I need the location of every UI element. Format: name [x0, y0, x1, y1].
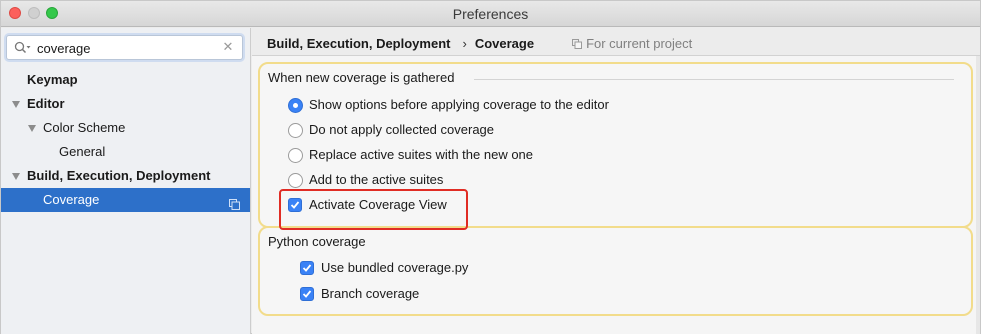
sidebar-item-keymap[interactable]: Keymap: [1, 68, 250, 92]
option-label: Add to the active suites: [309, 172, 444, 187]
content-edge: [976, 56, 980, 334]
preferences-window: Preferences ✕ Keymap Editor: [0, 0, 981, 334]
sidebar-item-label: Build, Execution, Deployment: [27, 168, 211, 183]
checkbox[interactable]: [300, 261, 314, 275]
breadcrumb-separator: ›: [462, 36, 467, 51]
title-bar[interactable]: Preferences: [1, 1, 980, 27]
sidebar-item-label: Coverage: [43, 192, 100, 207]
radio-button[interactable]: [288, 148, 303, 163]
search-icon[interactable]: [14, 41, 32, 55]
sidebar-item-general[interactable]: General: [1, 140, 250, 164]
sidebar-item-label: Color Scheme: [43, 120, 126, 135]
sidebar-item-coverage[interactable]: Coverage: [1, 188, 250, 212]
sidebar-item-label: General: [59, 144, 106, 159]
settings-sidebar: ✕ Keymap Editor Color Scheme General Bui…: [1, 28, 251, 334]
project-scope-icon: [229, 194, 240, 210]
option-label: Replace active suites with the new one: [309, 147, 534, 162]
expand-triangle-icon[interactable]: [28, 125, 36, 132]
radio-button[interactable]: [288, 98, 303, 113]
sidebar-item-editor[interactable]: Editor: [1, 92, 250, 116]
sidebar-item-label: Keymap: [27, 72, 78, 87]
breadcrumb: Build, Execution, Deployment › Coverage For…: [267, 34, 692, 54]
breadcrumb-parent[interactable]: Build, Execution, Deployment: [267, 36, 450, 51]
scope-note: For current project: [572, 36, 692, 51]
radio-button[interactable]: [288, 123, 303, 138]
sidebar-item-build-execution-deployment[interactable]: Build, Execution, Deployment: [1, 164, 250, 188]
clear-search-icon[interactable]: ✕: [222, 40, 234, 53]
option-label: Use bundled coverage.py: [321, 260, 469, 275]
sidebar-item-label: Editor: [27, 96, 65, 111]
option-label: Do not apply collected coverage: [309, 122, 495, 137]
annotation-highlight-box: [279, 189, 468, 230]
group-title: When new coverage is gathered: [268, 70, 455, 85]
settings-tree: Keymap Editor Color Scheme General Build…: [1, 68, 250, 212]
option-label: Show options before applying coverage to…: [309, 97, 609, 112]
expand-triangle-icon[interactable]: [12, 173, 20, 180]
breadcrumb-current: Coverage: [474, 36, 535, 51]
window-title: Preferences: [452, 6, 529, 22]
python-coverage-group: Python coverage Use bundled coverage.py …: [258, 226, 973, 316]
checkbox[interactable]: [300, 287, 314, 301]
search-input[interactable]: [37, 39, 217, 57]
settings-content: Build, Execution, Deployment › Coverage For…: [252, 28, 980, 334]
group-title: Python coverage: [268, 234, 366, 249]
project-scope-icon: [572, 35, 583, 49]
scope-note-text: For current project: [586, 36, 693, 51]
expand-triangle-icon[interactable]: [12, 101, 20, 108]
sidebar-item-color-scheme[interactable]: Color Scheme: [1, 116, 250, 140]
radio-button[interactable]: [288, 173, 303, 188]
option-label: Branch coverage: [321, 286, 420, 301]
group-divider: [474, 79, 954, 80]
search-box[interactable]: ✕: [6, 35, 243, 60]
